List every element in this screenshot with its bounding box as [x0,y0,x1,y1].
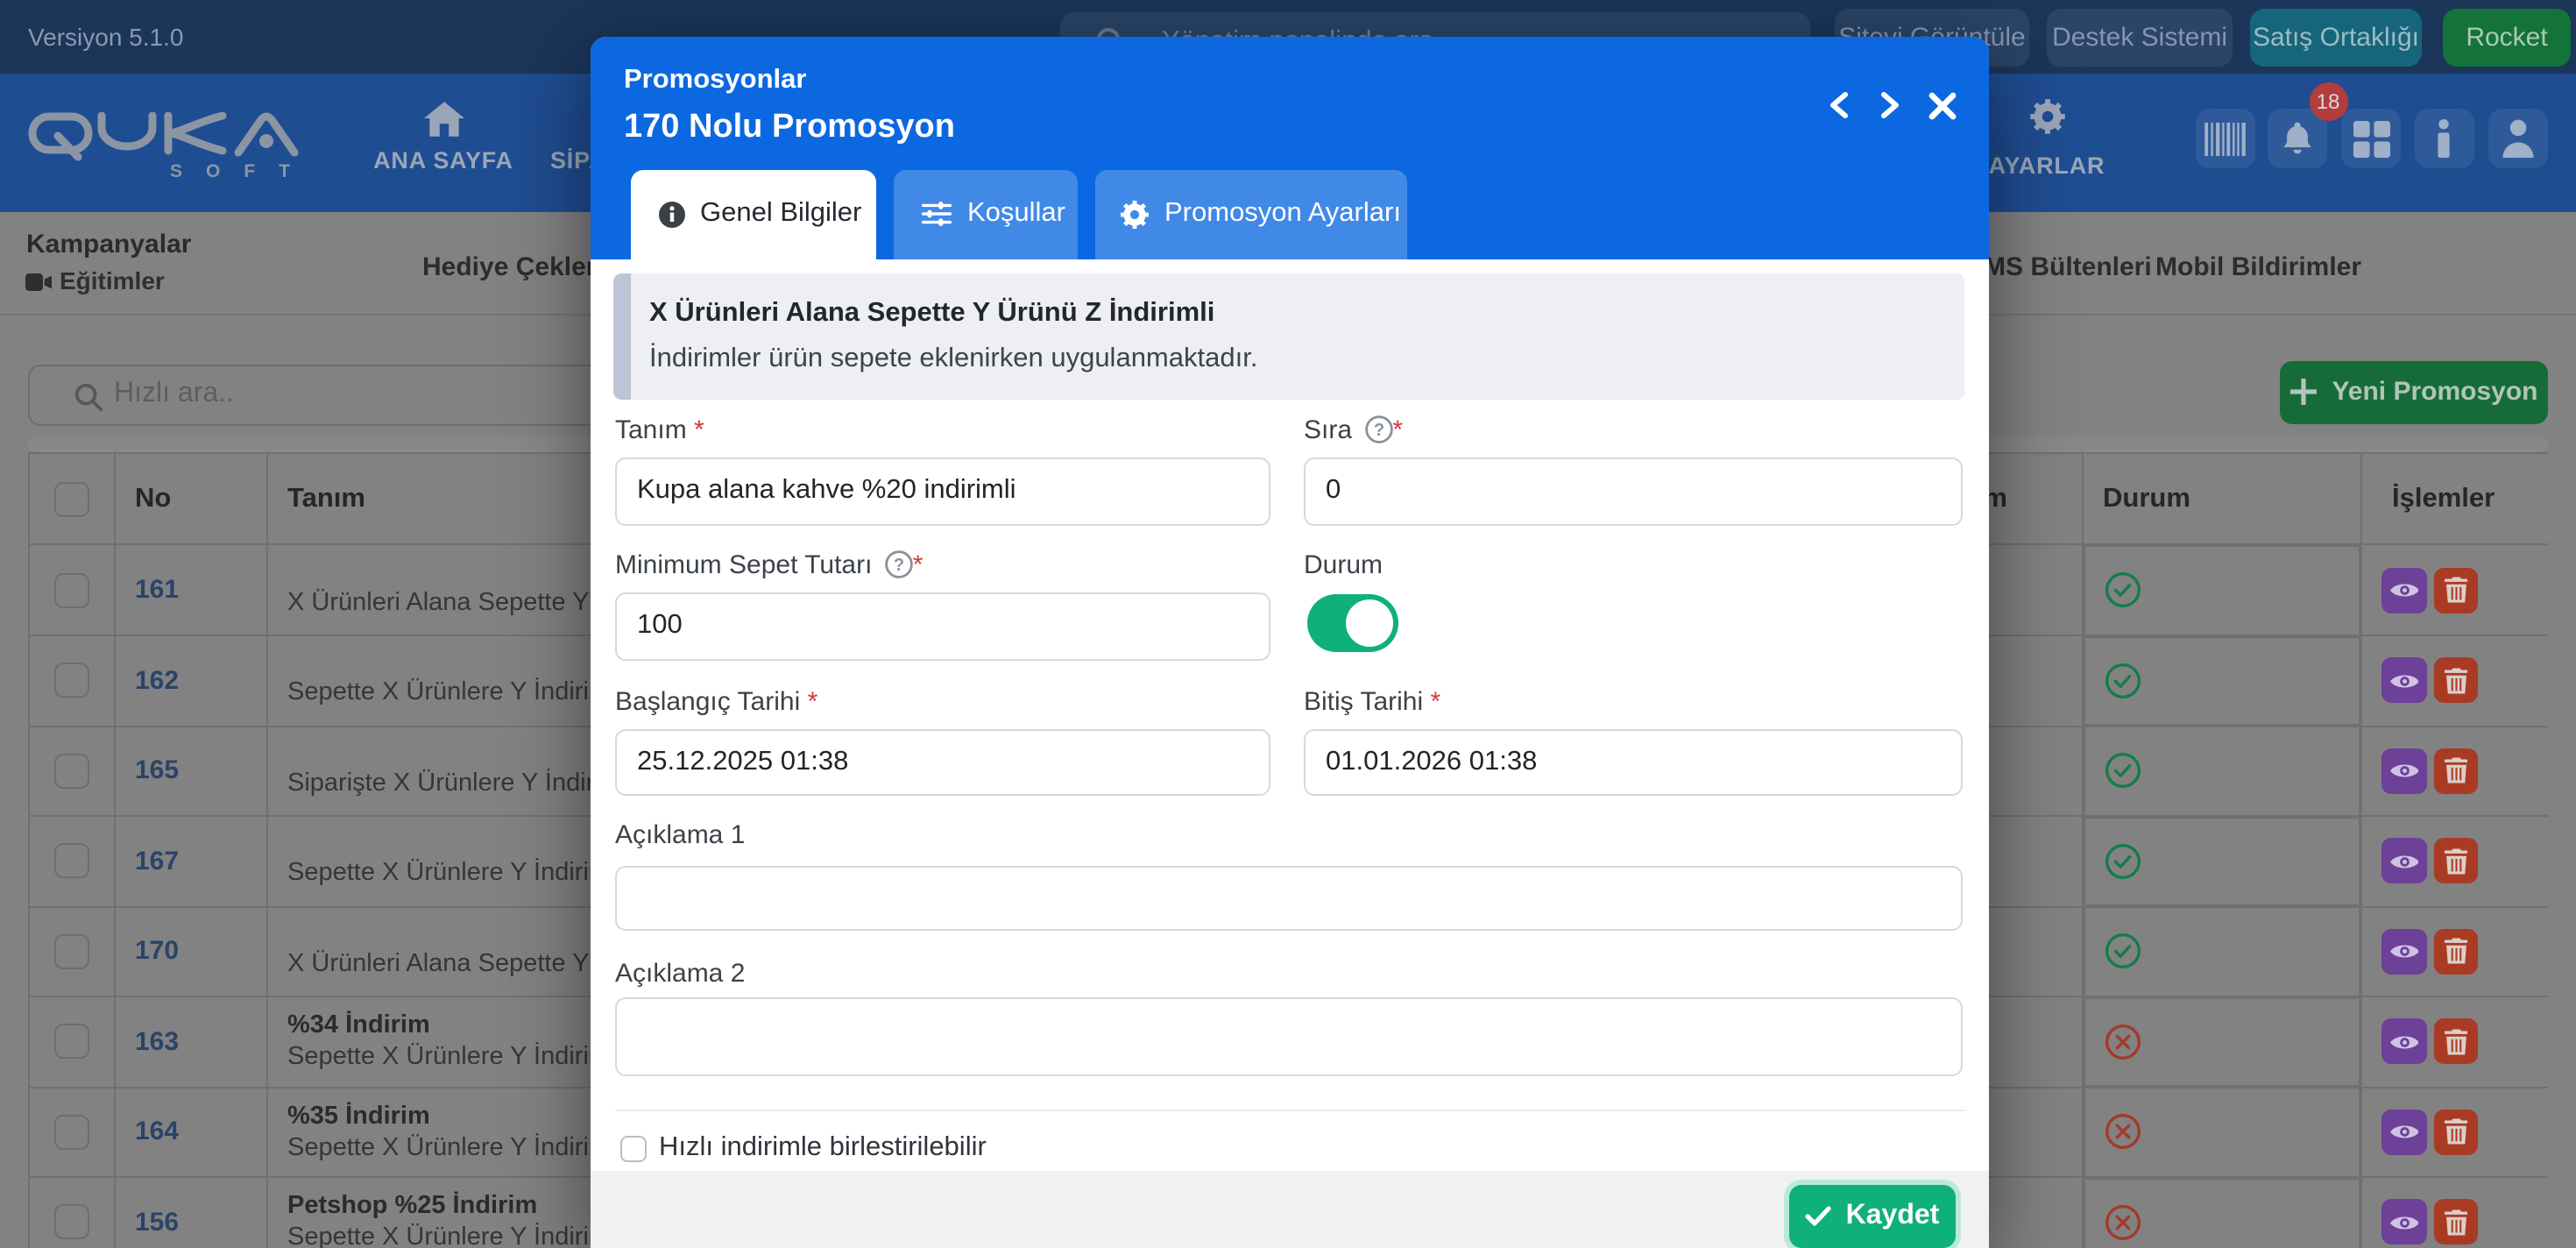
svg-text:?: ? [1373,421,1384,440]
svg-text:?: ? [894,556,904,575]
